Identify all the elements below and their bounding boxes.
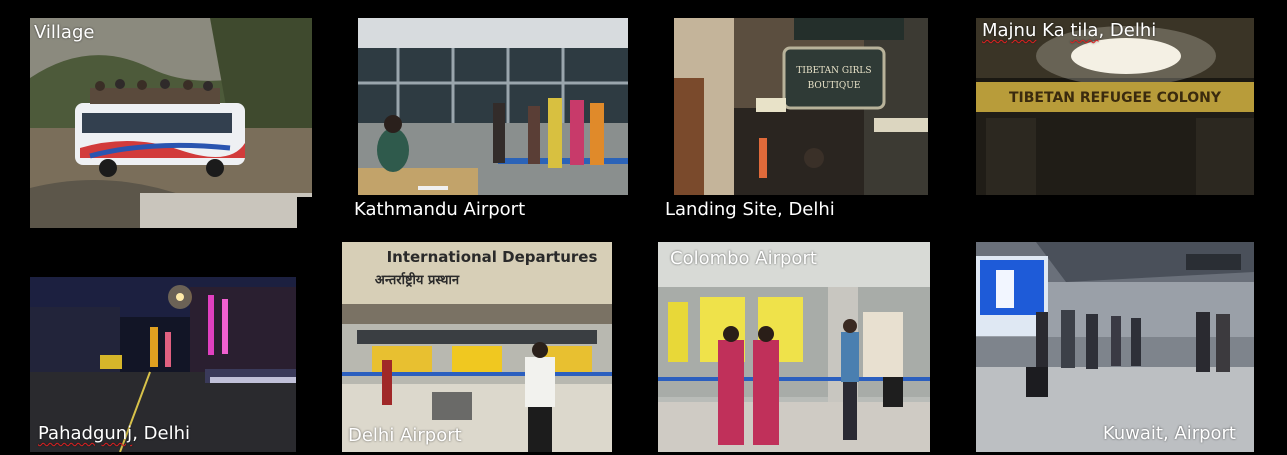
photo-kathmandu-airport: [358, 18, 628, 195]
caption-majnu-tila: tila: [1070, 20, 1099, 41]
delhi-sign-en: International Departures: [387, 248, 598, 266]
photo-pahadgunj: Pahadgunj, Delhi: [30, 277, 296, 452]
photo-majnu-ka-tila: TIBETAN REFUGEE COLONY Majnu Ka tila, De…: [976, 18, 1254, 195]
photo-colombo-airport: Colombo Airport: [658, 242, 930, 452]
caption-pahadgunj: Pahadgunj, Delhi: [38, 423, 190, 444]
caption-village: Village: [34, 22, 95, 43]
caption-majnu-ka-tila: Majnu Ka tila, Delhi: [982, 20, 1157, 41]
caption-majnu-name: Majnu: [982, 20, 1037, 41]
caption-colombo-airport: Colombo Airport: [670, 248, 817, 269]
photo-village: Village: [30, 18, 312, 228]
photo-kuwait-airport: Kuwait, Airport: [976, 242, 1254, 452]
caption-pahadgunj-name: Pahadgunj: [38, 423, 133, 444]
photo-delhi-airport: International Departures अन्तर्राष्ट्रीय…: [342, 242, 612, 452]
majnu-sign-text: TIBETAN REFUGEE COLONY: [1009, 90, 1222, 106]
caption-kuwait-airport: Kuwait, Airport: [1102, 423, 1236, 444]
delhi-sign-hi: अन्तर्राष्ट्रीय प्रस्थान: [375, 272, 460, 288]
collage-gap: [297, 197, 312, 228]
caption-landing-site: Landing Site, Delhi: [665, 199, 835, 220]
photo-landing-site: TIBETAN GIRLS BOUTIQUE: [674, 18, 928, 195]
caption-delhi-airport: Delhi Airport: [348, 425, 462, 446]
landing-sign-text: TIBETAN GIRLS: [796, 66, 871, 76]
svg-text:BOUTIQUE: BOUTIQUE: [808, 81, 861, 91]
photo-collage: Village Kathmandu Airport TIBETAN GIRLS …: [0, 0, 1287, 455]
caption-kathmandu-airport: Kathmandu Airport: [354, 199, 526, 220]
